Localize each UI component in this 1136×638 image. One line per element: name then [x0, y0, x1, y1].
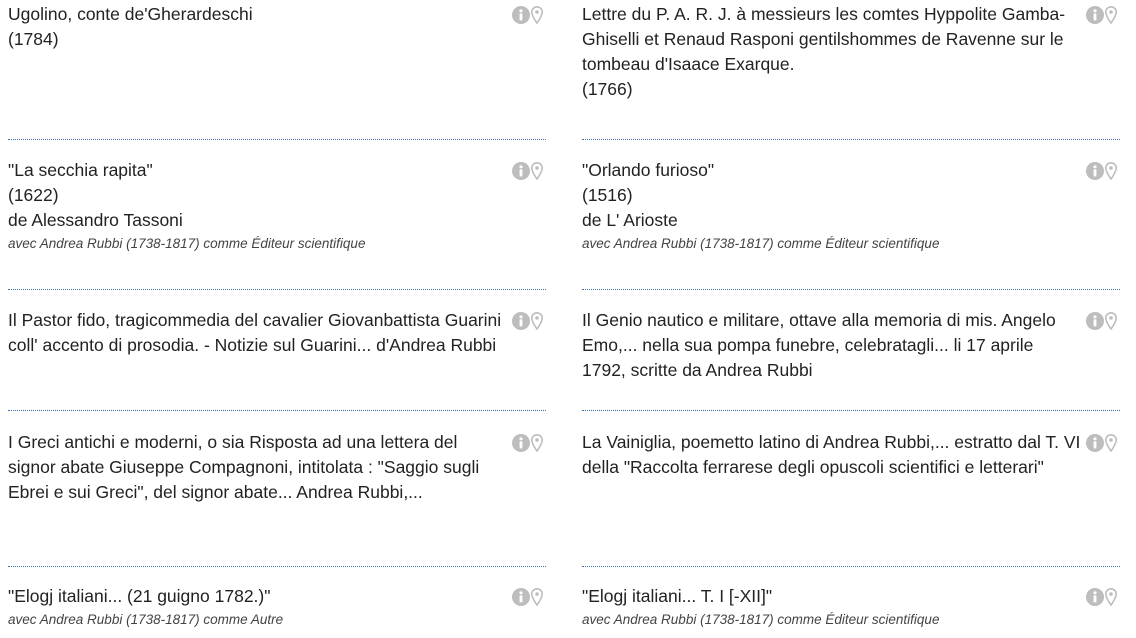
record-title[interactable]: Lettre du P. A. R. J. à messieurs les co…: [582, 2, 1082, 77]
info-icon[interactable]: [1086, 312, 1104, 330]
record-author: de Alessandro Tassoni: [8, 210, 183, 230]
record-text[interactable]: Il Genio nautico e militare, ottave alla…: [582, 308, 1082, 383]
map-pin-icon[interactable]: [531, 6, 543, 24]
record-card[interactable]: I Greci antichi e moderni, o sia Rispost…: [8, 430, 546, 567]
record-title[interactable]: "Orlando furioso": [582, 158, 1082, 183]
record-card[interactable]: "Elogj italiani... T. I [-XII]" avec And…: [582, 584, 1120, 638]
record-card[interactable]: "Elogj italiani... (21 guigno 1782.)" av…: [8, 584, 546, 638]
record-credit: avec Andrea Rubbi (1738-1817) comme Édit…: [8, 236, 366, 251]
record-text[interactable]: Lettre du P. A. R. J. à messieurs les co…: [582, 2, 1082, 102]
record-actions: [1086, 588, 1120, 610]
info-icon[interactable]: [512, 434, 530, 452]
record-text[interactable]: "Orlando furioso" (1516) de L' Arioste a…: [582, 158, 1082, 254]
record-title[interactable]: Il Genio nautico e militare, ottave alla…: [582, 308, 1082, 383]
info-icon[interactable]: [1086, 434, 1104, 452]
record-title[interactable]: I Greci antichi e moderni, o sia Rispost…: [8, 430, 508, 505]
map-pin-icon[interactable]: [1105, 588, 1117, 606]
record-actions: [512, 6, 546, 28]
record-actions: [512, 434, 546, 456]
record-credit: avec Andrea Rubbi (1738-1817) comme Édit…: [582, 236, 940, 251]
record-date: (1622): [8, 185, 59, 205]
record-text[interactable]: Ugolino, conte de'Gherardeschi (1784): [8, 2, 508, 52]
map-pin-icon[interactable]: [1105, 162, 1117, 180]
record-text[interactable]: I Greci antichi e moderni, o sia Rispost…: [8, 430, 508, 505]
map-pin-icon[interactable]: [1105, 312, 1117, 330]
map-pin-icon[interactable]: [531, 588, 543, 606]
record-title[interactable]: La Vainiglia, poemetto latino di Andrea …: [582, 430, 1082, 480]
record-card[interactable]: "La secchia rapita" (1622) de Alessandro…: [8, 158, 546, 290]
record-actions: [512, 588, 546, 610]
record-actions: [1086, 434, 1120, 456]
record-title[interactable]: Il Pastor fido, tragicommedia del cavali…: [8, 308, 508, 358]
record-text[interactable]: La Vainiglia, poemetto latino di Andrea …: [582, 430, 1082, 480]
info-icon[interactable]: [1086, 162, 1104, 180]
record-credit: avec Andrea Rubbi (1738-1817) comme Édit…: [582, 612, 940, 627]
map-pin-icon[interactable]: [531, 312, 543, 330]
record-title[interactable]: Ugolino, conte de'Gherardeschi: [8, 2, 508, 27]
record-title[interactable]: "La secchia rapita": [8, 158, 508, 183]
record-date: (1784): [8, 29, 59, 49]
record-date: (1766): [582, 79, 633, 99]
record-text[interactable]: Il Pastor fido, tragicommedia del cavali…: [8, 308, 508, 358]
info-icon[interactable]: [1086, 6, 1104, 24]
map-pin-icon[interactable]: [531, 162, 543, 180]
record-card[interactable]: Lettre du P. A. R. J. à messieurs les co…: [582, 2, 1120, 140]
record-card[interactable]: Ugolino, conte de'Gherardeschi (1784): [8, 2, 546, 140]
record-text[interactable]: "Elogj italiani... T. I [-XII]" avec And…: [582, 584, 1082, 630]
record-card[interactable]: "Orlando furioso" (1516) de L' Arioste a…: [582, 158, 1120, 290]
map-pin-icon[interactable]: [531, 434, 543, 452]
record-actions: [512, 312, 546, 334]
record-credit: avec Andrea Rubbi (1738-1817) comme Autr…: [8, 612, 284, 627]
record-actions: [1086, 312, 1120, 334]
record-title[interactable]: "Elogj italiani... (21 guigno 1782.)": [8, 584, 508, 609]
map-pin-icon[interactable]: [1105, 434, 1117, 452]
record-title[interactable]: "Elogj italiani... T. I [-XII]": [582, 584, 1082, 609]
info-icon[interactable]: [512, 312, 530, 330]
record-card[interactable]: La Vainiglia, poemetto latino di Andrea …: [582, 430, 1120, 567]
info-icon[interactable]: [512, 588, 530, 606]
info-icon[interactable]: [512, 162, 530, 180]
info-icon[interactable]: [512, 6, 530, 24]
record-card[interactable]: Il Pastor fido, tragicommedia del cavali…: [8, 308, 546, 411]
record-author: de L' Arioste: [582, 210, 678, 230]
record-text[interactable]: "La secchia rapita" (1622) de Alessandro…: [8, 158, 508, 254]
map-pin-icon[interactable]: [1105, 6, 1117, 24]
record-actions: [1086, 6, 1120, 28]
record-actions: [1086, 162, 1120, 184]
record-date: (1516): [582, 185, 633, 205]
results-grid: Ugolino, conte de'Gherardeschi (1784) "L…: [0, 0, 1136, 638]
record-text[interactable]: "Elogj italiani... (21 guigno 1782.)" av…: [8, 584, 508, 630]
record-card[interactable]: Il Genio nautico e militare, ottave alla…: [582, 308, 1120, 411]
record-actions: [512, 162, 546, 184]
info-icon[interactable]: [1086, 588, 1104, 606]
